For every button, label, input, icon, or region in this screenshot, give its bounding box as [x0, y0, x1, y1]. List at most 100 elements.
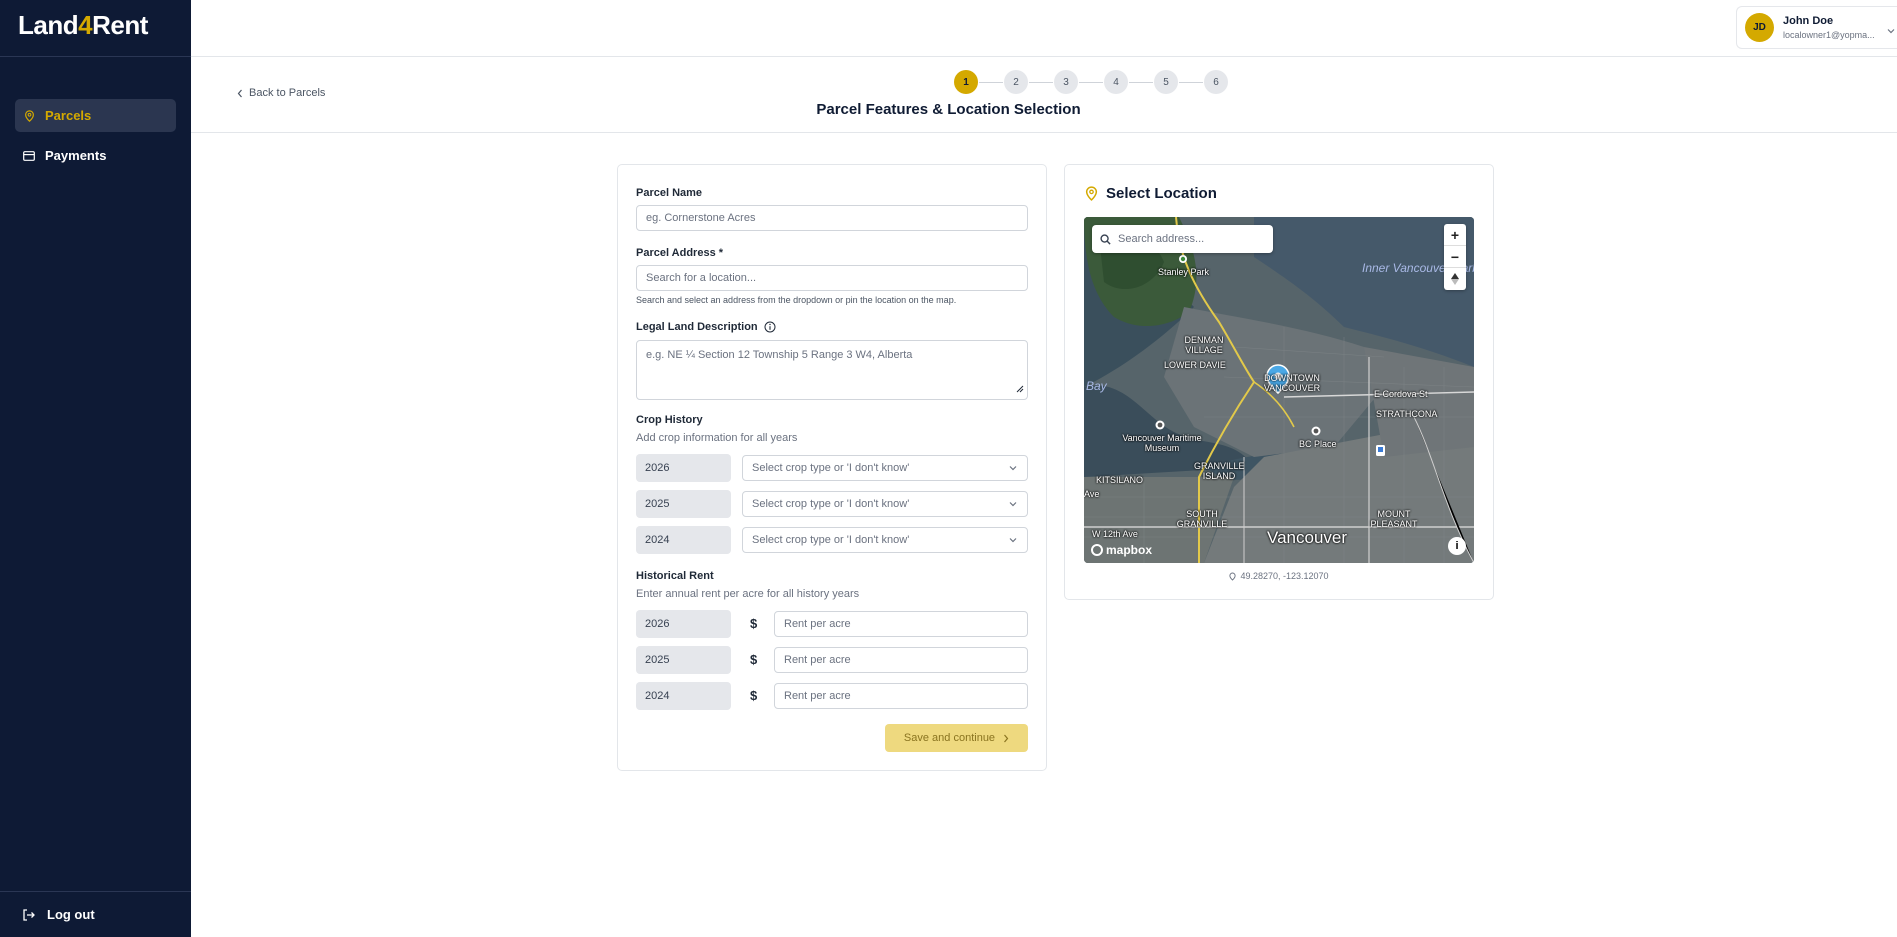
- map-label: W 12th Ave: [1092, 529, 1138, 539]
- user-menu[interactable]: JD John Doe localowner1@yopma...: [1736, 6, 1897, 49]
- map-label: LOWER DAVIE: [1164, 360, 1226, 370]
- sidebar-item-payments[interactable]: Payments: [15, 139, 176, 172]
- parcel-name-label: Parcel Name: [636, 187, 703, 199]
- chevron-down-icon: [1009, 537, 1017, 543]
- currency-symbol: $: [750, 652, 758, 667]
- legal-description-label: Legal Land Description: [636, 321, 776, 333]
- crop-type-select-2024[interactable]: Select crop type or 'I don't know': [742, 527, 1028, 553]
- parcel-form-card: Parcel Name eg. Cornerstone Acres Parcel…: [617, 164, 1047, 771]
- step-6: 6: [1204, 70, 1228, 94]
- resize-handle-icon[interactable]: [1014, 383, 1024, 396]
- map-view[interactable]: Stanley Park Inner Vancouver Harbour DEN…: [1084, 217, 1474, 563]
- currency-symbol: $: [750, 688, 758, 703]
- user-email: localowner1@yopma...: [1783, 30, 1875, 40]
- avatar: JD: [1745, 13, 1774, 42]
- page-header: Back to Parcels 1 2 3 4 5 6 Parcel Featu…: [191, 57, 1897, 133]
- step-4: 4: [1104, 70, 1128, 94]
- app-logo[interactable]: Land4Rent: [0, 0, 191, 57]
- map-pin-icon: [1085, 186, 1098, 201]
- step-3: 3: [1054, 70, 1078, 94]
- crop-history-subtitle: Add crop information for all years: [636, 432, 798, 444]
- chevron-left-icon: [237, 89, 243, 98]
- map-label: DENMAN VILLAGE: [1184, 335, 1224, 355]
- zoom-out-button[interactable]: −: [1444, 246, 1466, 268]
- crop-year-2024: 2024: [636, 526, 731, 554]
- map-search-input[interactable]: Search address...: [1092, 225, 1273, 253]
- step-5: 5: [1154, 70, 1178, 94]
- rent-year-2024: 2024: [636, 682, 731, 710]
- credit-card-icon: [23, 150, 35, 162]
- back-to-parcels-link[interactable]: Back to Parcels: [237, 87, 325, 99]
- location-card: Select Location Stanley Park Inner Vanco…: [1064, 164, 1494, 600]
- sidebar-item-label: Parcels: [45, 108, 92, 123]
- map-label: Ave: [1084, 489, 1100, 499]
- map-pin-icon: [23, 109, 35, 122]
- crop-type-select-2026[interactable]: Select crop type or 'I don't know': [742, 455, 1028, 481]
- map-zoom-controls: + −: [1444, 224, 1466, 290]
- mapbox-logo-icon: [1091, 544, 1103, 556]
- rent-input-2026[interactable]: Rent per acre: [774, 611, 1028, 637]
- step-2: 2: [1004, 70, 1028, 94]
- map-label: SOUTH GRANVILLE: [1176, 509, 1228, 529]
- page-title: Parcel Features & Location Selection: [816, 101, 1081, 118]
- rent-input-2024[interactable]: Rent per acre: [774, 683, 1028, 709]
- rent-input-2025[interactable]: Rent per acre: [774, 647, 1028, 673]
- sidebar-item-label: Payments: [45, 148, 107, 163]
- map-label: Vancouver Maritime Museum: [1122, 433, 1202, 453]
- mapbox-logo[interactable]: mapbox: [1091, 543, 1152, 557]
- compass-icon: [1451, 273, 1459, 285]
- map-label: Stanley Park: [1158, 267, 1210, 277]
- rent-year-2026: 2026: [636, 610, 731, 638]
- sidebar: Land4Rent Parcels Payments Log out: [0, 0, 191, 937]
- parcel-name-input[interactable]: eg. Cornerstone Acres: [636, 205, 1028, 231]
- user-name: John Doe: [1783, 15, 1834, 27]
- map-label: BC Place: [1299, 439, 1337, 449]
- step-1: 1: [954, 70, 978, 94]
- map-label: Bay: [1086, 379, 1107, 393]
- map-label: GRANVILLE ISLAND: [1194, 461, 1245, 481]
- logout-label: Log out: [47, 907, 95, 922]
- chevron-down-icon: [1887, 21, 1895, 39]
- sidebar-item-parcels[interactable]: Parcels: [15, 99, 176, 132]
- top-bar: JD John Doe localowner1@yopma...: [191, 0, 1897, 57]
- map-pin-icon: [1229, 572, 1237, 581]
- crop-year-2026: 2026: [636, 454, 731, 482]
- step-connector: [1079, 81, 1103, 83]
- reset-north-button[interactable]: [1444, 268, 1466, 290]
- crop-year-2025: 2025: [636, 490, 731, 518]
- save-and-continue-button[interactable]: Save and continue: [885, 724, 1028, 752]
- crop-history-label: Crop History: [636, 414, 703, 426]
- legal-description-textarea[interactable]: e.g. NE ¼ Section 12 Township 5 Range 3 …: [636, 340, 1028, 400]
- step-connector: [1129, 81, 1153, 83]
- parcel-address-hint: Search and select an address from the dr…: [636, 295, 957, 305]
- user-info: John Doe localowner1@yopma...: [1783, 15, 1875, 40]
- location-card-title: Select Location: [1106, 185, 1217, 202]
- parcel-address-label: Parcel Address *: [636, 247, 724, 259]
- zoom-in-button[interactable]: +: [1444, 224, 1466, 246]
- step-connector: [1029, 81, 1053, 83]
- coordinates-readout: 49.28270, -123.12070: [1065, 571, 1493, 581]
- parcel-address-input[interactable]: Search for a location...: [636, 265, 1028, 291]
- logout-button[interactable]: Log out: [0, 891, 191, 937]
- map-label: STRATHCONA: [1376, 409, 1438, 419]
- search-icon: [1100, 233, 1111, 245]
- historical-rent-subtitle: Enter annual rent per acre for all histo…: [636, 588, 860, 600]
- chevron-down-icon: [1009, 501, 1017, 507]
- map-label: KITSILANO: [1096, 475, 1144, 485]
- step-connector: [1179, 81, 1203, 83]
- rent-year-2025: 2025: [636, 646, 731, 674]
- map-label: E Cordova St: [1374, 389, 1428, 399]
- chevron-right-icon: [1003, 734, 1009, 743]
- location-card-header: Select Location: [1085, 185, 1217, 202]
- logout-icon: [22, 908, 35, 921]
- sidebar-nav: Parcels Payments: [0, 57, 191, 172]
- map-info-icon[interactable]: i: [1448, 537, 1466, 555]
- info-icon[interactable]: [764, 321, 776, 333]
- chevron-down-icon: [1009, 465, 1017, 471]
- stepper: 1 2 3 4 5 6: [954, 70, 1228, 94]
- step-connector: [979, 81, 1003, 83]
- map-label: DOWNTOWN VANCOUVER: [1263, 373, 1321, 393]
- map-label: MOUNT PLEASANT: [1370, 509, 1418, 529]
- currency-symbol: $: [750, 616, 758, 631]
- crop-type-select-2025[interactable]: Select crop type or 'I don't know': [742, 491, 1028, 517]
